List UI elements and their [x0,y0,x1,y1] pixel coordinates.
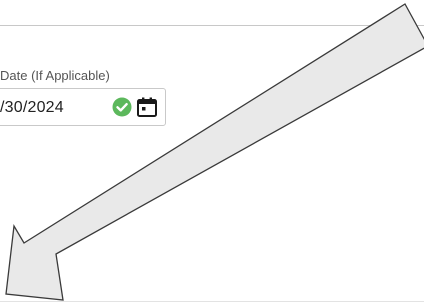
page: Date (If Applicable) /30/2024 [0,0,424,304]
check-circle-icon [112,97,132,117]
callout-arrow-icon [5,3,424,301]
date-field-label: Date (If Applicable) [0,68,110,83]
date-input-value[interactable]: /30/2024 [0,99,64,117]
calendar-icon[interactable] [136,96,158,118]
footer-divider [0,301,424,302]
section-divider [0,25,424,26]
